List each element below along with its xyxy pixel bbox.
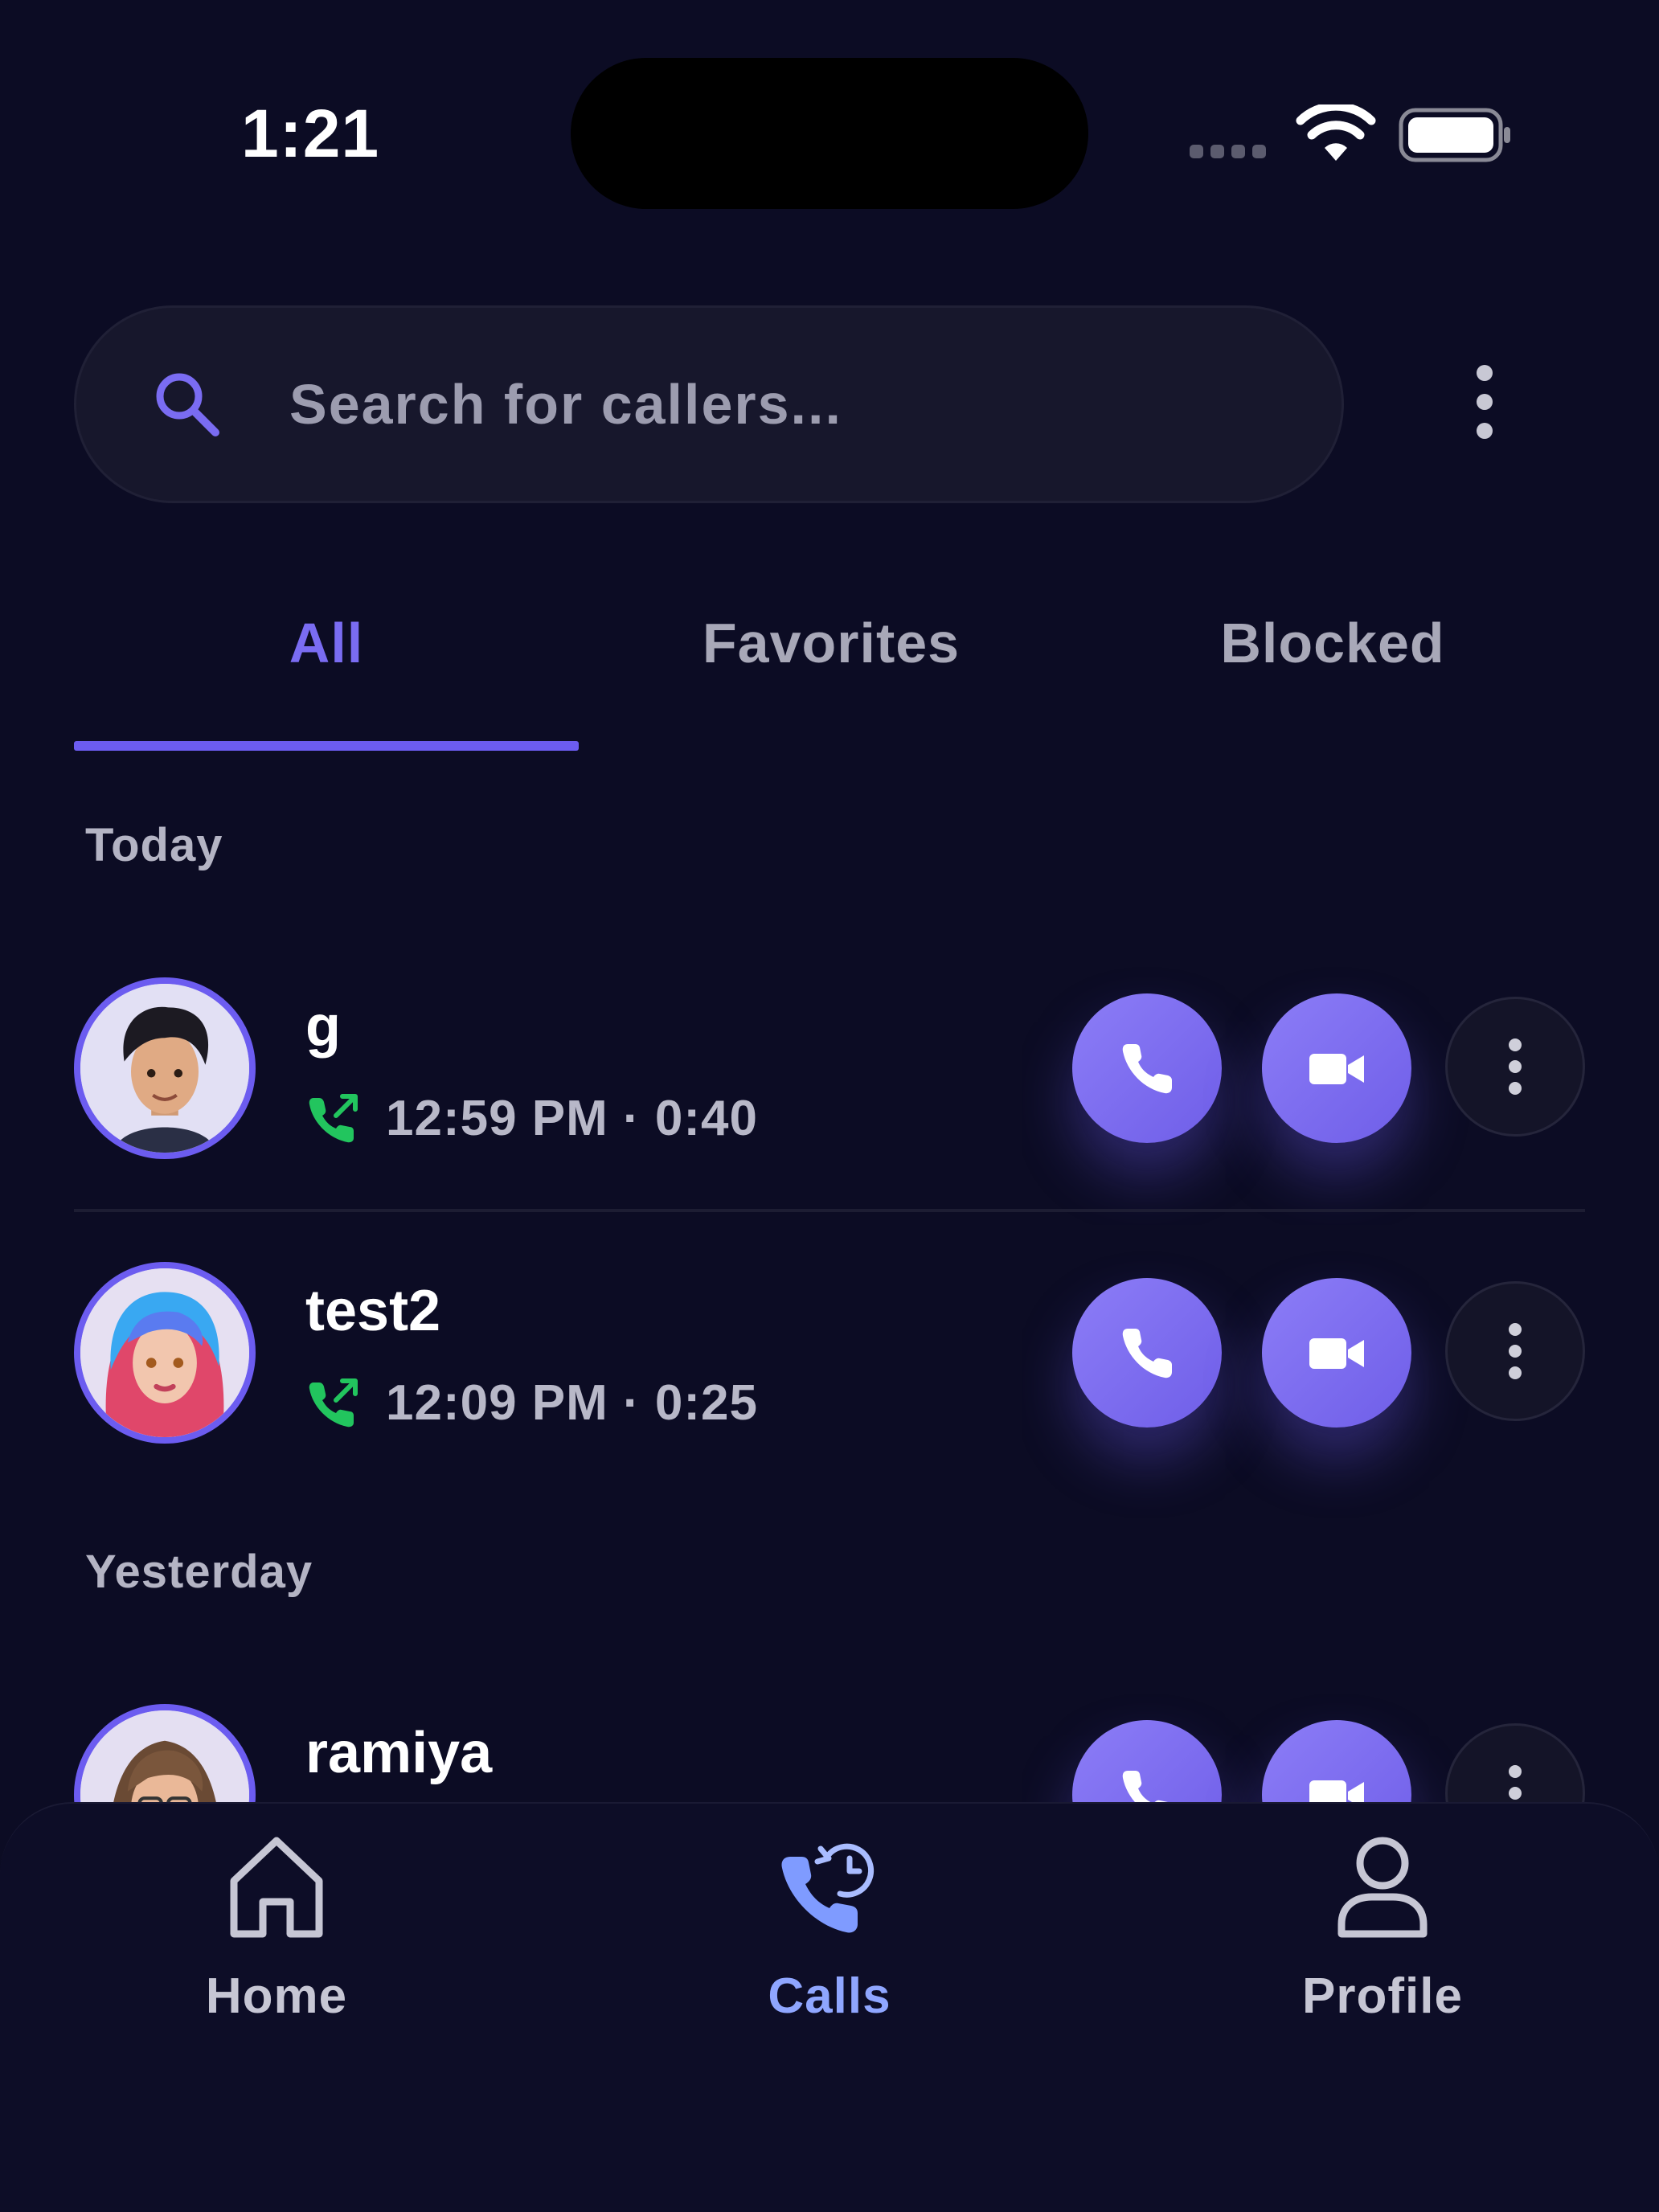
caller-name: test2 [305,1279,441,1343]
call-meta: 12:09 PM · 0:25 [305,1374,758,1432]
voice-call-button[interactable] [1072,1278,1222,1428]
row-more-button[interactable] [1445,1281,1585,1421]
outgoing-call-icon [309,1093,358,1142]
more-vertical-icon [1509,1038,1522,1095]
nav-label-calls: Calls [768,1968,891,2024]
status-time: 1:21 [241,96,380,171]
call-history-screen: 1:21 All Favorites Blocked Today [0,0,1659,2212]
call-row[interactable]: g 12:59 PM · 0:40 [0,977,1659,1178]
row-divider [74,1209,1585,1212]
call-meta: 12:59 PM · 0:40 [305,1090,758,1147]
search-input[interactable] [289,366,1254,443]
video-call-button[interactable] [1262,1278,1411,1428]
caller-name: g [305,994,341,1059]
phone-icon [1122,1044,1172,1094]
avatar[interactable] [74,1262,256,1444]
call-history-icon [781,1843,875,1933]
avatar[interactable] [74,977,256,1159]
nav-item-profile[interactable]: Profile [1262,1825,1503,2042]
row-more-button[interactable] [1445,997,1585,1137]
home-icon [230,1837,323,1938]
phone-icon [1122,1329,1172,1378]
nav-label-home: Home [205,1968,348,2024]
more-vertical-icon [1509,1323,1522,1379]
video-camera-icon [1309,1338,1364,1369]
more-options-icon[interactable] [1460,362,1509,442]
call-time-duration: 12:59 PM · 0:40 [386,1091,758,1146]
dynamic-island [571,58,1088,209]
section-header-yesterday: Yesterday [85,1546,313,1598]
search-icon [156,373,219,436]
outgoing-call-icon [309,1378,358,1427]
wifi-icon [1296,104,1376,161]
video-camera-icon [1309,1054,1364,1084]
tab-all[interactable]: All [74,611,579,691]
profile-icon [1337,1837,1428,1938]
tab-blocked[interactable]: Blocked [1080,611,1585,691]
nav-item-home[interactable]: Home [156,1825,397,2042]
active-tab-indicator [74,741,579,751]
voice-call-button[interactable] [1072,993,1222,1143]
section-header-today: Today [85,819,223,871]
caller-name: ramiya [305,1721,493,1785]
cellular-signal-icon [1190,145,1266,158]
tab-favorites[interactable]: Favorites [579,611,1083,691]
call-time-duration: 12:09 PM · 0:25 [386,1375,758,1431]
cartoon-woman-colorful-hair-avatar [80,1268,249,1437]
cartoon-man-avatar [80,984,249,1153]
battery-icon [1399,108,1510,162]
nav-item-calls[interactable]: Calls [709,1825,950,2042]
call-row[interactable]: test2 12:09 PM · 0:25 [0,1262,1659,1463]
video-call-button[interactable] [1262,993,1411,1143]
nav-label-profile: Profile [1302,1968,1463,2024]
